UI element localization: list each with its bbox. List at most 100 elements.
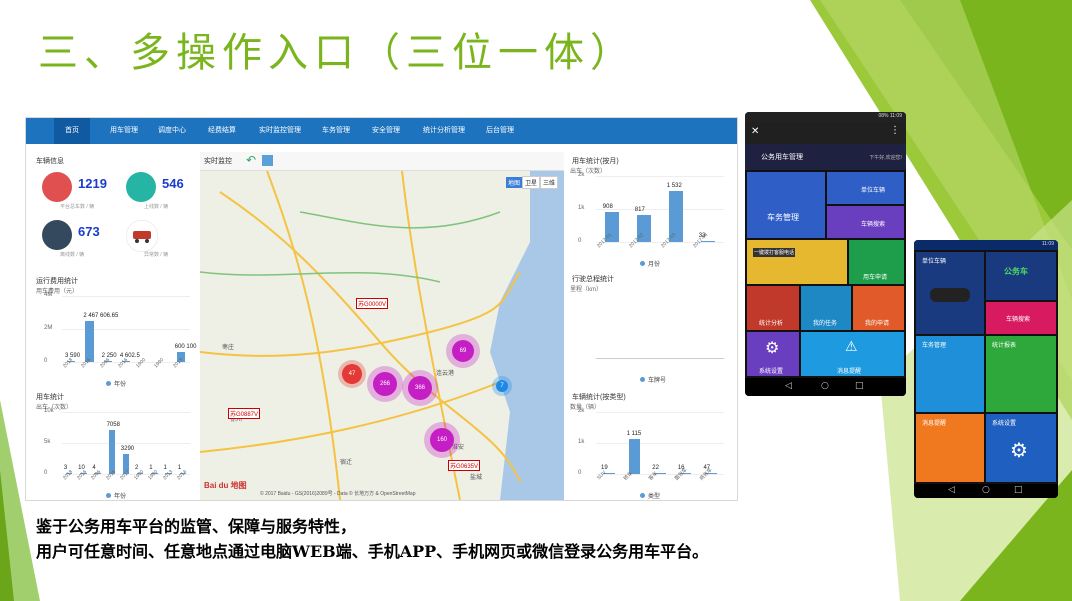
caption-line-1: 鉴于公务用车平台的监管、保障与服务特性， (36, 517, 357, 536)
tile-messages[interactable]: ⚠ 消息提醒 (801, 332, 904, 376)
app-header: 公务用车管理 下午好,欢迎您! (745, 144, 906, 170)
tile-vehicle-search[interactable]: 车辆搜索 (827, 206, 904, 238)
gridline (596, 209, 724, 210)
legend-label: 车牌号 (648, 378, 667, 384)
place-label: 淮安 (452, 445, 465, 451)
data-label: 1 (163, 465, 167, 471)
vehicle-plate[interactable]: 苏G0887V (228, 408, 261, 419)
map-mode-satellite[interactable]: 卫星 (521, 176, 540, 189)
chart-legend: 类型 (640, 491, 660, 500)
nav-monitoring[interactable]: 实时监控管理 (252, 118, 308, 144)
tile-my-requests[interactable]: 我的申请 (853, 286, 904, 330)
stat-offline-value: 673 (78, 224, 100, 239)
stat-abnormal: 异常数 / 辆 (122, 218, 202, 258)
more-icon[interactable]: ⋮ (890, 125, 900, 136)
caption: 鉴于公务用车平台的监管、保障与服务特性， 用户可任意时间、任意地点通过电脑WEB… (36, 514, 708, 564)
nav-home[interactable]: 首页 (54, 118, 90, 144)
banner-image[interactable]: 一键拨打客服电话 (747, 240, 847, 284)
home-icon[interactable]: ○ (982, 485, 990, 495)
tile-logo: 公务车 (986, 252, 1056, 300)
y-tick-label: 2k (578, 172, 585, 178)
back-icon[interactable]: ◁ (785, 381, 792, 391)
refresh-icon[interactable]: ↶ (246, 153, 256, 167)
place-label: 连云港 (436, 371, 455, 377)
cost-chart: 用车费用（元） 0 2M 4M 3 590 2018 2 467 606.65 2016 2 2… (36, 286, 196, 388)
tile-reports[interactable]: 统计报表 (986, 336, 1056, 412)
tile-statistics[interactable]: 统计分析 (747, 286, 799, 330)
map-cluster[interactable]: 160 (430, 428, 454, 452)
data-label: 2 467 606.65 (83, 313, 119, 320)
x-axis-line (596, 358, 724, 359)
recent-apps-icon[interactable]: □ (855, 381, 864, 391)
nav-admin[interactable]: 后台管理 (480, 118, 520, 144)
legend-label: 年份 (114, 494, 127, 500)
tile-settings[interactable]: ⚙ 系统设置 (747, 332, 799, 376)
map-cluster[interactable]: 7 (496, 380, 508, 392)
fullscreen-icon[interactable] (262, 155, 273, 166)
tile-fleet[interactable]: 车务管理 (916, 336, 984, 412)
back-icon[interactable]: ◁ (948, 485, 955, 495)
tile-unit-vehicles[interactable]: 单位车辆 (827, 172, 904, 204)
tile-vehicle-search[interactable]: 车辆搜索 (986, 302, 1056, 334)
nav-statistics[interactable]: 统计分析管理 (416, 118, 472, 144)
tile-my-tasks[interactable]: 我的任务 (801, 286, 851, 330)
map-cluster[interactable]: 266 (373, 372, 397, 396)
x-tick-label: 2017 (118, 469, 131, 482)
nav-dispatch[interactable]: 调度中心 (152, 118, 192, 144)
nav-fleet[interactable]: 车务管理 (316, 118, 356, 144)
place-label: 枣庄 (222, 345, 235, 351)
stat-total: 1219 平台总车数 / 辆 (38, 170, 118, 210)
tile-messages[interactable]: 消息提醒 (916, 414, 984, 482)
nav-safety[interactable]: 安全管理 (366, 118, 406, 144)
y-tick-label: 0 (578, 470, 582, 476)
legend-label: 年份 (114, 382, 127, 388)
data-label: 908 (602, 204, 613, 211)
data-label: 2 (135, 465, 139, 471)
map-mode-3d[interactable]: 三维 (539, 176, 558, 189)
web-dashboard: 首页 用车管理 调度中心 经费结算 实时监控管理 车务管理 安全管理 统计分析管… (25, 117, 738, 501)
legend-dot (640, 493, 645, 498)
chart-bar (85, 321, 94, 362)
chart-legend: 年份 (106, 379, 126, 388)
tile-fleet[interactable]: 车务管理 (747, 172, 825, 238)
type-chart: 数量（辆） 0 1k 2k 19 SUV 1 115 轿车 22 客车 16 面包车 47 商务车 类型 (570, 402, 730, 500)
data-label: 2 250 (101, 353, 117, 359)
x-tick-label: 2016 (104, 469, 117, 482)
recent-apps-icon[interactable]: □ (1014, 485, 1023, 495)
map-mode-map[interactable]: 地图 (505, 177, 522, 188)
baidu-logo: Bai du 地图 (204, 481, 247, 490)
data-label: 1 (177, 465, 182, 471)
map-cluster[interactable]: 366 (408, 376, 432, 400)
y-axis-label: 数量（辆） (570, 405, 601, 411)
chart-legend: 月份 (640, 259, 660, 268)
tile-settings[interactable]: 系统设置 ⚙ (986, 414, 1056, 482)
type-chart-title: 车辆统计(按类型) (572, 394, 626, 401)
data-label: 1 532 (666, 183, 682, 190)
close-icon[interactable]: ✕ (751, 126, 759, 137)
y-axis-label: 用车费用（元） (36, 289, 79, 295)
map-cluster[interactable]: 69 (452, 340, 474, 362)
phone-app-2: 11:09 单位车辆 公务车 车辆搜索 车务管理 统计报表 消息提醒 系统设置 ⚙… (914, 240, 1058, 498)
vehicle-plate[interactable]: 苏G0635V (448, 460, 481, 471)
monthly-chart: 出车（次数） 0 1k 2k 908 2017-01 817 2017-02 1 532 2017… (570, 166, 730, 268)
y-tick-label: 10k (44, 408, 54, 414)
data-label: 817 (634, 207, 645, 214)
realtime-map[interactable]: 实时监控 ↶ 地图 卫星 三维 枣庄 宿迁 徐州 淮安 盐城 连云港 苏G0000V… (200, 152, 564, 500)
tile-unit-vehicles[interactable]: 单位车辆 (916, 252, 984, 334)
gridline (62, 296, 190, 297)
gear-icon: ⚙ (1010, 440, 1028, 462)
nav-vehicle-use[interactable]: 用车管理 (104, 118, 144, 144)
cost-chart-title: 运行费用统计 (36, 278, 78, 285)
legend-label: 月份 (648, 262, 661, 268)
tile-apply[interactable]: 用车申请 (849, 240, 904, 284)
vehicle-info-title: 车辆信息 (36, 158, 64, 165)
vehicle-plate[interactable]: 苏G0000V (356, 298, 389, 309)
home-icon[interactable]: ○ (821, 381, 829, 391)
map-cluster[interactable]: 47 (342, 364, 362, 384)
nav-billing[interactable]: 经费结算 (202, 118, 242, 144)
y-axis-label: 里程（km） (570, 287, 602, 293)
android-nav-bar: ◁ ○ □ (914, 484, 1058, 498)
gridline (596, 176, 724, 177)
mileage-chart-title: 行驶总程统计 (572, 276, 614, 283)
status-bar: 08% 11:09 (745, 112, 906, 122)
